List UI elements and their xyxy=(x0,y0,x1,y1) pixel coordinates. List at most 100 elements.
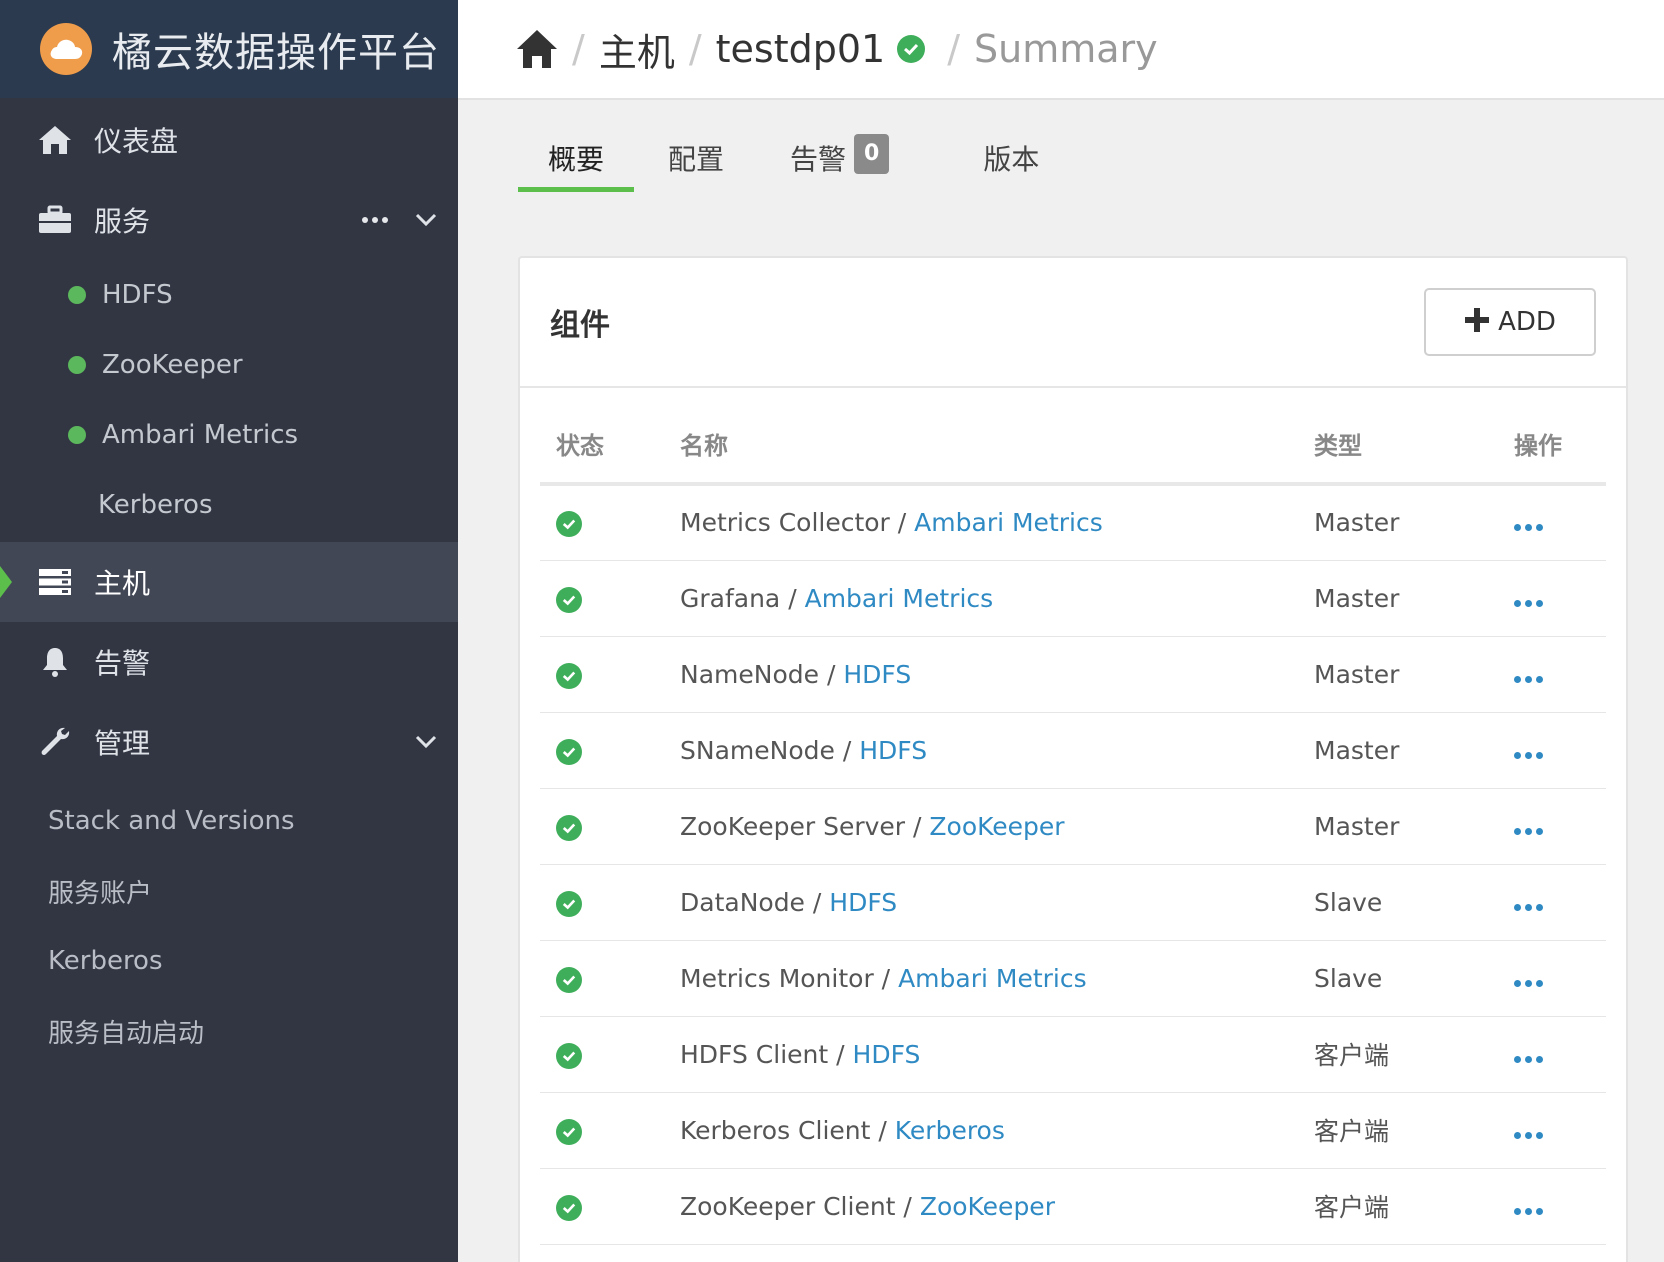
sidebar-admin-service-accounts[interactable]: 服务账户 xyxy=(0,856,458,926)
chevron-down-icon[interactable] xyxy=(414,730,438,754)
sidebar-admin-kerberos[interactable]: Kerberos xyxy=(0,926,458,996)
component-name[interactable]: HDFS Client xyxy=(680,1040,828,1069)
more-actions-icon[interactable] xyxy=(362,217,388,223)
service-link[interactable]: ZooKeeper xyxy=(920,1192,1055,1221)
status-ok-icon xyxy=(556,814,582,841)
admin-label: 服务账户 xyxy=(48,878,153,909)
more-actions-icon[interactable] xyxy=(1514,599,1543,607)
tab-versions[interactable]: 版本 xyxy=(919,138,1069,194)
column-header-status: 状态 xyxy=(540,404,680,486)
sidebar-service-hdfs[interactable]: HDFS xyxy=(0,260,458,330)
actions-cell xyxy=(1502,864,1606,941)
more-actions-icon[interactable] xyxy=(1514,675,1543,683)
service-link[interactable]: Kerberos xyxy=(895,1116,1005,1145)
name-separator: / xyxy=(834,735,860,765)
service-label: HDFS xyxy=(102,280,173,310)
more-actions-icon[interactable] xyxy=(1514,903,1543,911)
sidebar-service-zookeeper[interactable]: ZooKeeper xyxy=(0,330,458,400)
service-link[interactable]: ZooKeeper xyxy=(929,812,1064,841)
service-link[interactable]: HDFS xyxy=(859,736,927,765)
component-name[interactable]: Metrics Collector xyxy=(680,508,890,537)
component-type: Master xyxy=(1314,560,1502,637)
sidebar-item-admin[interactable]: 管理 xyxy=(0,702,458,782)
table-row: DataNode / HDFS Slave xyxy=(540,864,1606,941)
briefcase-icon xyxy=(36,201,74,239)
more-actions-icon[interactable] xyxy=(1514,1131,1543,1139)
table-header-row: 状态 名称 类型 操作 xyxy=(540,404,1606,486)
sidebar-service-kerberos[interactable]: Kerberos xyxy=(0,470,458,540)
sidebar-item-label: 管理 xyxy=(94,727,151,760)
status-ok-icon xyxy=(556,890,582,917)
tab-configs[interactable]: 配置 xyxy=(634,138,754,194)
column-header-name: 名称 xyxy=(680,404,1314,486)
chevron-down-icon[interactable] xyxy=(414,208,438,232)
breadcrumb-separator: / xyxy=(947,27,961,71)
actions-cell xyxy=(1502,636,1606,713)
sidebar-service-ambari-metrics[interactable]: Ambari Metrics xyxy=(0,400,458,470)
table-row: HDFS Client / HDFS 客户端 xyxy=(540,1016,1606,1093)
service-link[interactable]: Ambari Metrics xyxy=(805,584,994,613)
name-separator: / xyxy=(780,583,805,613)
more-actions-icon[interactable] xyxy=(1514,751,1543,759)
component-type: Master xyxy=(1314,712,1502,789)
tab-summary[interactable]: 概要 xyxy=(518,138,635,194)
status-cell xyxy=(540,712,680,789)
status-ok-icon xyxy=(556,586,582,613)
service-link[interactable]: Ambari Metrics xyxy=(898,964,1087,993)
sidebar-admin-stack-versions[interactable]: Stack and Versions xyxy=(0,786,458,856)
breadcrumb-host-name[interactable]: testdp01 xyxy=(716,27,886,71)
name-separator: / xyxy=(804,887,830,917)
status-cell xyxy=(540,560,680,637)
tab-label: 告警 xyxy=(790,143,847,176)
component-type: 客户端 xyxy=(1314,1092,1502,1169)
brand[interactable]: 橘云数据操作平台 xyxy=(0,0,458,98)
sidebar-admin-auto-start[interactable]: 服务自动启动 xyxy=(0,996,458,1066)
name-cell: SNameNode / HDFS xyxy=(680,712,1314,789)
component-name[interactable]: SNameNode xyxy=(680,736,835,765)
component-name[interactable]: Grafana xyxy=(680,584,780,613)
brand-title: 橘云数据操作平台 xyxy=(112,30,440,76)
service-link[interactable]: HDFS xyxy=(843,660,911,689)
component-name[interactable]: NameNode xyxy=(680,660,819,689)
home-icon[interactable] xyxy=(516,29,558,69)
column-header-type: 类型 xyxy=(1314,404,1502,486)
table-row: Metrics Monitor / Ambari Metrics Slave xyxy=(540,940,1606,1017)
service-link[interactable]: HDFS xyxy=(853,1040,921,1069)
sidebar-item-services[interactable]: 服务 xyxy=(0,180,458,260)
service-link[interactable]: Ambari Metrics xyxy=(914,508,1103,537)
actions-cell xyxy=(1502,1016,1606,1093)
components-table-body: Metrics Collector / Ambari Metrics Master… xyxy=(540,484,1606,1245)
sidebar-item-hosts[interactable]: 主机 xyxy=(0,542,458,622)
breadcrumb-separator: / xyxy=(572,27,585,71)
breadcrumb-hosts[interactable]: 主机 xyxy=(599,22,675,77)
service-label: Ambari Metrics xyxy=(102,420,299,450)
sidebar-item-dashboard[interactable]: 仪表盘 xyxy=(0,100,458,180)
more-actions-icon[interactable] xyxy=(1514,979,1543,987)
status-cell xyxy=(540,864,680,941)
name-cell: NameNode / HDFS xyxy=(680,636,1314,713)
status-ok-icon xyxy=(556,1118,582,1145)
component-type: Master xyxy=(1314,788,1502,865)
add-component-button[interactable]: ADD xyxy=(1424,288,1596,356)
more-actions-icon[interactable] xyxy=(1514,524,1543,532)
component-name[interactable]: Metrics Monitor xyxy=(680,964,874,993)
breadcrumb-separator: / xyxy=(688,27,702,71)
more-actions-icon[interactable] xyxy=(1514,1207,1543,1215)
tab-alerts[interactable]: 告警 0 xyxy=(754,134,919,194)
table-row: NameNode / HDFS Master xyxy=(540,636,1606,713)
status-cell xyxy=(540,1092,680,1169)
sidebar-item-label: 服务 xyxy=(94,205,151,238)
component-name[interactable]: Kerberos Client xyxy=(680,1116,870,1145)
component-name[interactable]: DataNode xyxy=(680,888,805,917)
more-actions-icon[interactable] xyxy=(1514,1055,1543,1063)
component-name[interactable]: ZooKeeper Client xyxy=(680,1192,895,1221)
service-link[interactable]: HDFS xyxy=(829,888,897,917)
table-row: Kerberos Client / Kerberos 客户端 xyxy=(540,1092,1606,1169)
component-name[interactable]: ZooKeeper Server xyxy=(680,812,905,841)
more-actions-icon[interactable] xyxy=(1514,827,1543,835)
admin-controls xyxy=(414,702,438,782)
status-ok-icon xyxy=(556,1194,582,1221)
component-type: Slave xyxy=(1314,940,1502,1017)
sidebar-item-alerts[interactable]: 告警 xyxy=(0,622,458,702)
sidebar-item-label: 仪表盘 xyxy=(94,125,179,158)
